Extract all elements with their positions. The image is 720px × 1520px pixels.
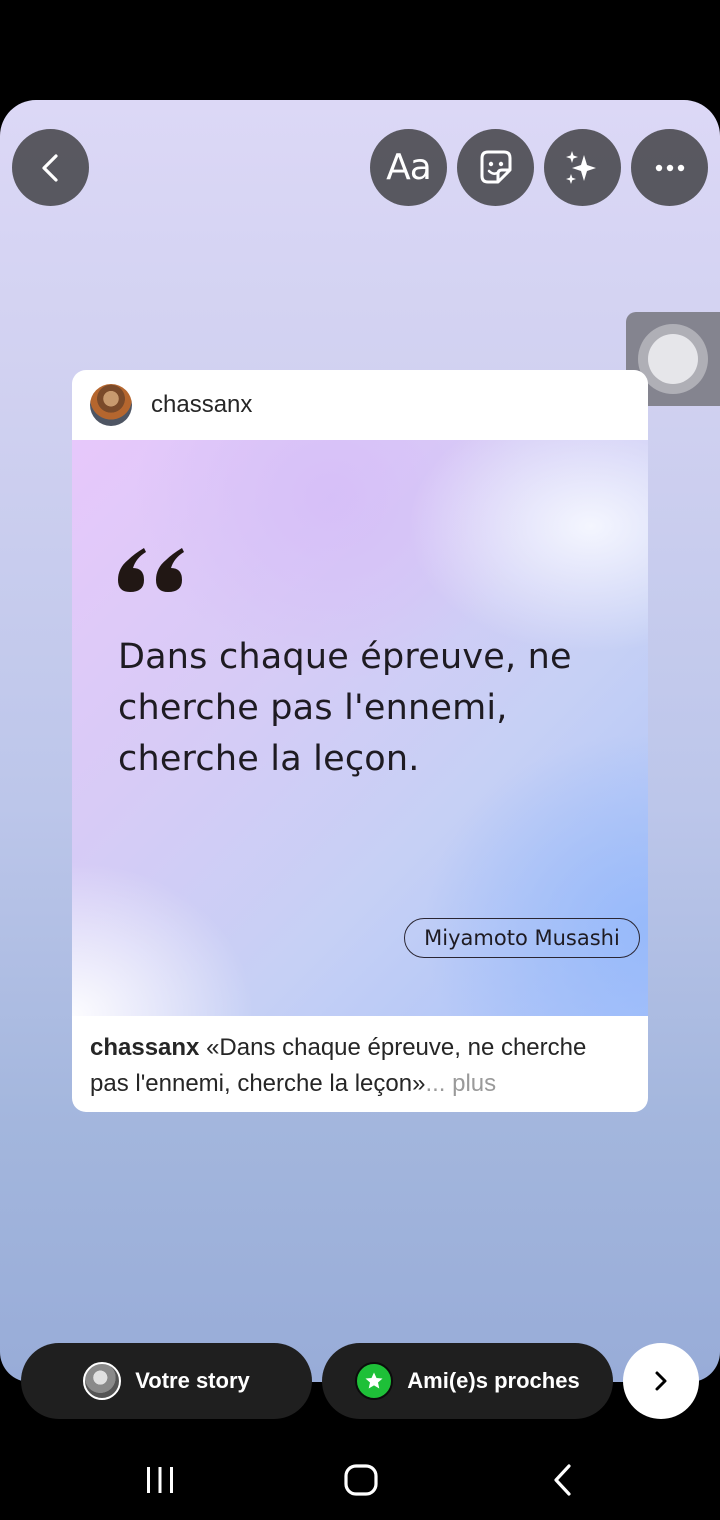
quote-text: Dans chaque épreuve, ne cherche pas l'en… <box>118 632 618 785</box>
sparkles-icon <box>565 150 596 184</box>
sticker-icon <box>480 150 511 183</box>
avatar <box>83 1362 122 1400</box>
next-button[interactable] <box>623 1343 699 1419</box>
sticker-button[interactable] <box>457 129 534 206</box>
caption-text: «Dans chaque épreuve, ne cherche <box>199 1034 587 1061</box>
post-username[interactable]: chassanx <box>151 391 252 419</box>
quote-line: Dans chaque épreuve, ne <box>118 637 572 677</box>
assistive-touch-icon <box>638 324 708 394</box>
home-button[interactable] <box>331 1460 391 1500</box>
back-button[interactable] <box>12 129 89 206</box>
close-friends-button[interactable]: Ami(e)s proches <box>322 1343 613 1419</box>
shared-post-card[interactable]: chassanx Dans chaque épreuve, ne cherche… <box>72 370 648 1112</box>
avatar[interactable] <box>90 384 132 426</box>
chevron-right-icon <box>655 1371 667 1391</box>
post-caption[interactable]: chassanx «Dans chaque épreuve, ne cherch… <box>72 1016 648 1102</box>
caption-more-link[interactable]: ... plus <box>425 1070 496 1097</box>
your-story-button[interactable]: Votre story <box>21 1343 312 1419</box>
chevron-left-icon <box>41 153 58 182</box>
close-friends-label: Ami(e)s proches <box>407 1368 580 1393</box>
recents-icon <box>147 1467 173 1493</box>
close-friends-star-icon <box>355 1362 394 1400</box>
quote-mark-icon <box>118 548 184 592</box>
post-header: chassanx <box>72 370 648 440</box>
recents-button[interactable] <box>130 1460 190 1500</box>
post-image: Dans chaque épreuve, ne cherche pas l'en… <box>72 440 648 1016</box>
your-story-label: Votre story <box>135 1368 250 1393</box>
caption-username: chassanx <box>90 1034 200 1061</box>
author-badge: Miyamoto Musashi <box>404 918 640 958</box>
quote-line: cherche la leçon. <box>118 739 420 779</box>
system-back-button[interactable] <box>533 1460 593 1500</box>
more-horizontal-icon <box>655 164 684 171</box>
home-icon <box>344 1464 378 1496</box>
more-options-button[interactable] <box>631 129 708 206</box>
caption-text: pas l'ennemi, cherche la leçon» <box>90 1070 426 1097</box>
system-nav-bar <box>0 1430 720 1520</box>
back-icon <box>554 1464 571 1496</box>
quote-line: cherche pas l'ennemi, <box>118 688 508 728</box>
text-tool-label: Aa <box>386 147 432 188</box>
effects-button[interactable] <box>544 129 621 206</box>
text-tool-button[interactable]: Aa <box>370 129 447 206</box>
